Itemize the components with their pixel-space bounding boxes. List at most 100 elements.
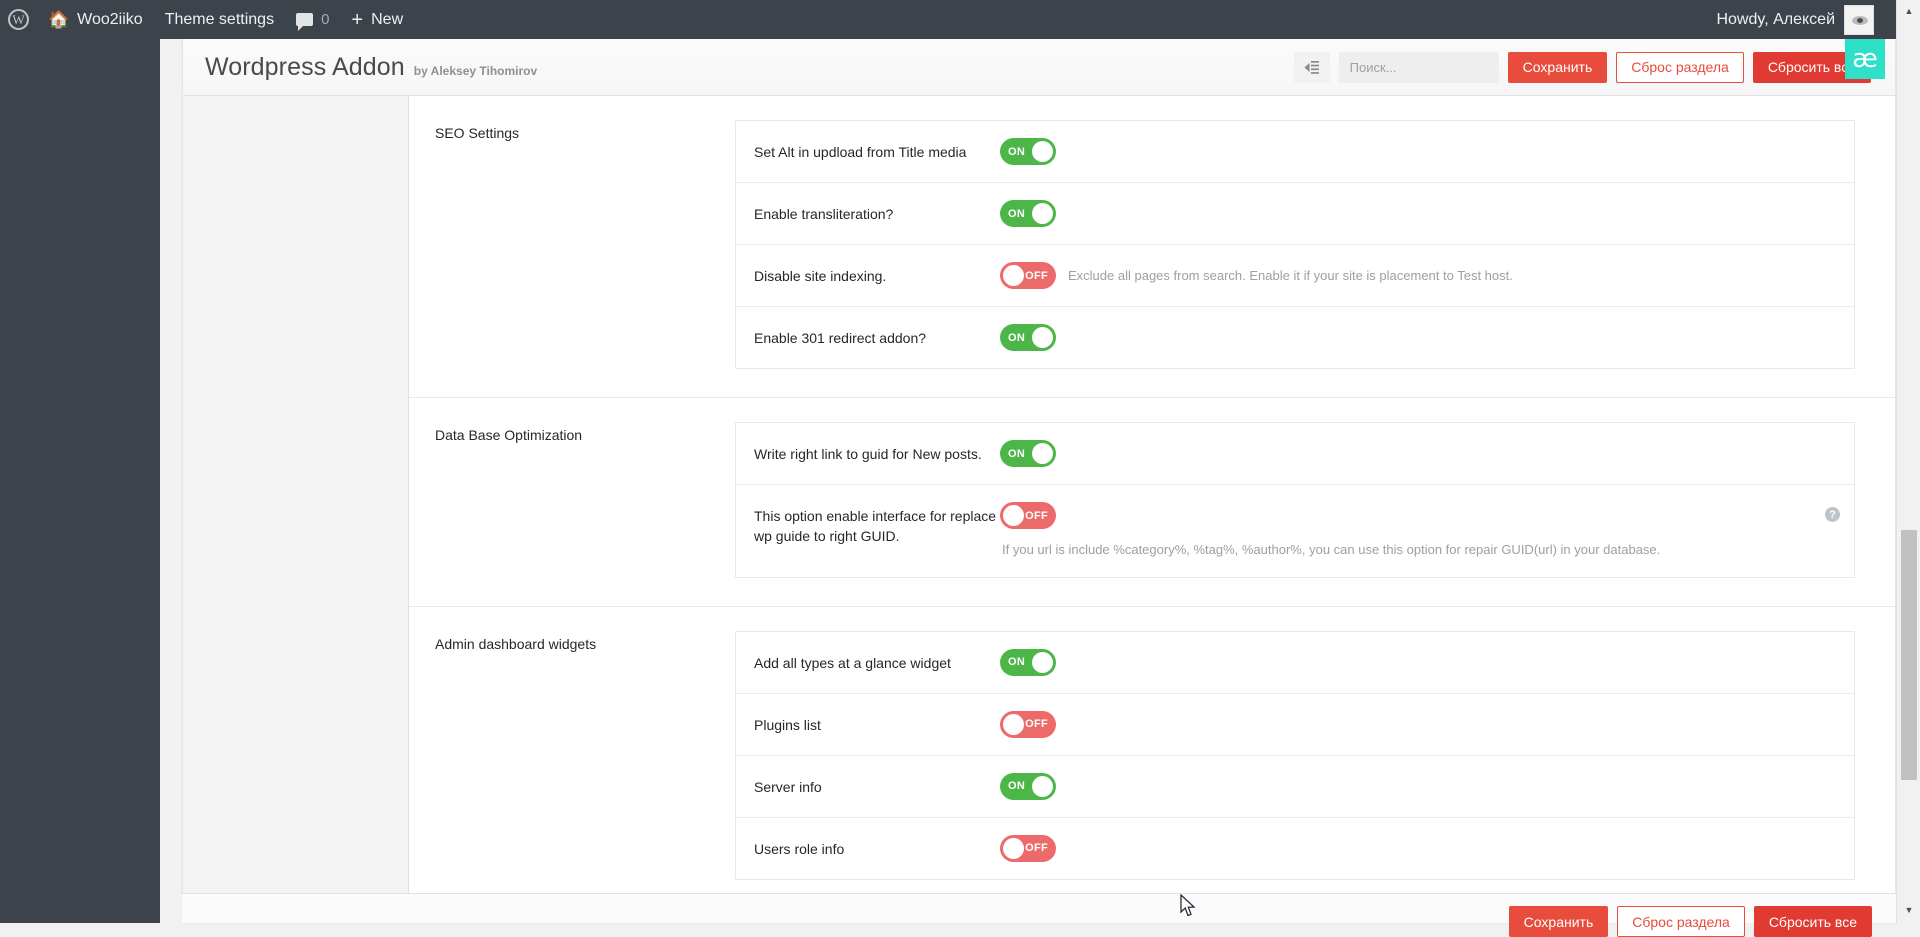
site-name-menu[interactable]: 🏠 Woo2iiko — [37, 0, 154, 39]
section-fields: Write right link to guid for New posts. O… — [735, 422, 1855, 578]
setting-label: Add all types at a glance widget — [754, 649, 1000, 673]
setting-label: Users role info — [754, 835, 1000, 859]
control-line: ON — [1000, 324, 1056, 351]
wp-admin-sidebar[interactable] — [0, 39, 160, 923]
plus-icon: + — [351, 10, 363, 30]
page-byline: by Aleksey Tihomirov — [414, 64, 537, 78]
toggle-knob — [1032, 141, 1053, 162]
control-line: ON — [1000, 649, 1056, 676]
setting-description: Exclude all pages from search. Enable it… — [1068, 266, 1513, 286]
toggle-state-label: OFF — [1025, 842, 1048, 854]
wp-logo-menu[interactable] — [0, 0, 37, 39]
toggle-state-label: ON — [1008, 656, 1025, 668]
setting-control: ON — [1000, 773, 1056, 800]
setting-label: Server info — [754, 773, 1000, 797]
toggle-switch[interactable]: ON — [1000, 649, 1056, 676]
toggle-switch[interactable]: OFF — [1000, 502, 1056, 529]
comment-bubble-icon — [296, 13, 313, 26]
toggle-knob — [1032, 327, 1053, 348]
toggle-state-label: ON — [1008, 448, 1025, 460]
toggle-state-label: ON — [1008, 332, 1025, 344]
toggle-state-label: OFF — [1025, 718, 1048, 730]
chevron-down-icon[interactable]: ▼ — [1897, 901, 1920, 919]
setting-label: Write right link to guid for New posts. — [754, 440, 1000, 464]
brand: Wordpress Addon by Aleksey Tihomirov — [205, 53, 537, 82]
toggle-switch[interactable]: OFF — [1000, 835, 1056, 862]
wordpress-logo-icon — [8, 9, 29, 30]
page-scrollbar[interactable]: ▲ ▼ — [1896, 0, 1920, 923]
site-name-label: Woo2iiko — [77, 11, 143, 29]
setting-row: Set Alt in updload from Title mediaON — [736, 121, 1854, 183]
home-icon: 🏠 — [48, 10, 69, 30]
comments-menu[interactable]: 0 — [285, 0, 340, 39]
account-menu[interactable]: Howdy, Алексей — [1716, 0, 1920, 39]
setting-control: OFFIf you url is include %category%, %ta… — [1000, 502, 1660, 560]
setting-control: ON — [1000, 138, 1056, 165]
panel-sidebar-nav[interactable] — [183, 96, 409, 923]
control-line: ON — [1000, 138, 1056, 165]
new-content-menu[interactable]: + New — [340, 0, 414, 39]
comments-count: 0 — [321, 11, 329, 28]
control-line: ON — [1000, 440, 1056, 467]
setting-row: Write right link to guid for New posts. O… — [736, 423, 1854, 485]
control-line: OFF — [1000, 835, 1056, 862]
setting-row: Plugins list OFF — [736, 694, 1854, 756]
toggle-state-label: OFF — [1025, 510, 1048, 522]
collapse-sidebar-icon[interactable] — [1294, 52, 1330, 83]
theme-settings-link[interactable]: Theme settings — [154, 0, 285, 39]
settings-section: Admin dashboard widgetsAdd all types at … — [409, 607, 1895, 908]
new-label: New — [371, 11, 403, 29]
toggle-switch[interactable]: OFF — [1000, 711, 1056, 738]
toggle-state-label: ON — [1008, 780, 1025, 792]
collapse-sidebar-glyph — [1304, 61, 1319, 74]
setting-control: ON — [1000, 649, 1056, 676]
reset-section-button[interactable]: Сброс раздела — [1616, 52, 1744, 83]
plugin-options-panel: Wordpress Addon by Aleksey Tihomirov Сох… — [182, 39, 1896, 923]
setting-label: This option enable interface for replace… — [754, 502, 1000, 547]
theme-settings-label: Theme settings — [165, 11, 274, 29]
scrollbar-thumb[interactable] — [1901, 530, 1917, 780]
section-title: Admin dashboard widgets — [435, 631, 735, 880]
toggle-switch[interactable]: OFF — [1000, 262, 1056, 289]
setting-label: Set Alt in updload from Title media — [754, 138, 1000, 162]
toggle-switch[interactable]: ON — [1000, 138, 1056, 165]
toggle-knob — [1032, 203, 1053, 224]
chevron-up-icon[interactable]: ▲ — [1897, 2, 1920, 20]
control-line: OFF — [1000, 502, 1660, 529]
search-input[interactable] — [1339, 52, 1499, 83]
section-title: SEO Settings — [435, 120, 735, 369]
setting-label: Enable transliteration? — [754, 200, 1000, 224]
section-title: Data Base Optimization — [435, 422, 735, 578]
section-fields: Set Alt in updload from Title mediaONEna… — [735, 120, 1855, 369]
setting-label: Plugins list — [754, 711, 1000, 735]
help-icon[interactable]: ? — [1825, 507, 1840, 522]
panel-content: SEO SettingsSet Alt in updload from Titl… — [409, 96, 1895, 923]
toggle-state-label: ON — [1008, 208, 1025, 220]
setting-control: OFF Exclude all pages from search. Enable… — [1000, 262, 1513, 289]
panel-body: SEO SettingsSet Alt in updload from Titl… — [183, 96, 1895, 923]
toggle-switch[interactable]: ON — [1000, 440, 1056, 467]
howdy-label: Howdy, Алексей — [1716, 11, 1835, 29]
ae-badge: æ — [1845, 39, 1885, 79]
footer-save-button[interactable]: Сохранить — [1509, 906, 1609, 937]
footer-reset-all-button[interactable]: Сбросить все — [1754, 906, 1872, 937]
section-fields: Add all types at a glance widget ON Plugin… — [735, 631, 1855, 880]
setting-label: Disable site indexing. — [754, 262, 1000, 286]
footer-reset-section-button[interactable]: Сброс раздела — [1617, 906, 1745, 937]
toggle-switch[interactable]: ON — [1000, 324, 1056, 351]
setting-control: ON — [1000, 200, 1056, 227]
setting-row: Add all types at a glance widget ON — [736, 632, 1854, 694]
toggle-knob — [1003, 505, 1024, 526]
settings-section: SEO SettingsSet Alt in updload from Titl… — [409, 96, 1895, 398]
setting-control: ON — [1000, 440, 1056, 467]
toggle-knob — [1032, 443, 1053, 464]
page-title: Wordpress Addon — [205, 53, 405, 82]
setting-control: ON — [1000, 324, 1056, 351]
toggle-switch[interactable]: ON — [1000, 773, 1056, 800]
setting-control: OFF — [1000, 835, 1056, 862]
wp-admin-bar: 🏠 Woo2iiko Theme settings 0 + New Howdy,… — [0, 0, 1920, 39]
toggle-switch[interactable]: ON — [1000, 200, 1056, 227]
avatar — [1844, 5, 1874, 35]
toggle-knob — [1032, 652, 1053, 673]
save-button[interactable]: Сохранить — [1508, 52, 1608, 83]
